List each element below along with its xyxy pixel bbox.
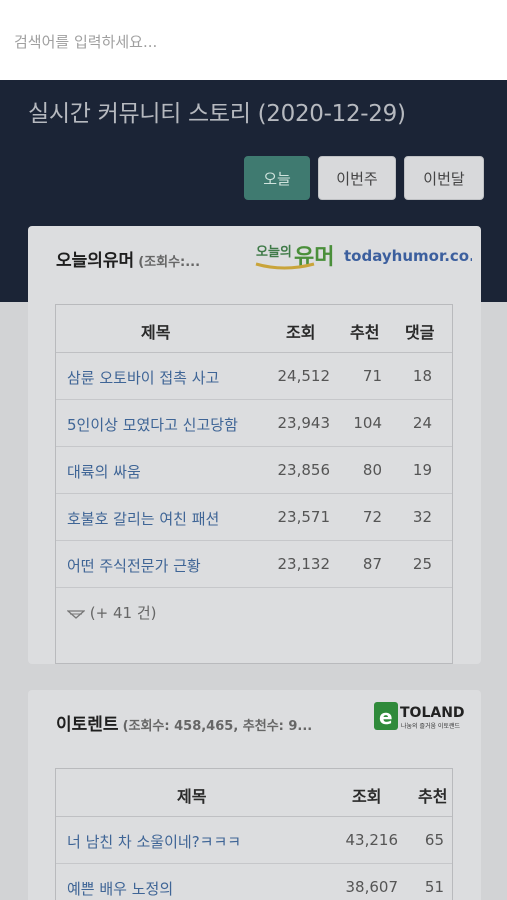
todayhumor-logo[interactable]: 오늘의 유머 todayhumor.co.kr — [254, 234, 472, 270]
post-title-link[interactable]: 너 남친 차 소울이네?ㅋㅋㅋ — [67, 831, 241, 852]
col-comments: 댓글 — [405, 323, 435, 342]
card-title[interactable]: 오늘의유머 (조회수:... — [56, 246, 200, 271]
col-recommend: 추천 — [350, 323, 380, 342]
more-count: (+ 41 건) — [89, 604, 157, 622]
post-views: 23,571 — [277, 508, 331, 526]
story-table: 제목 조회 추천 너 남친 차 소울이네?ㅋㅋㅋ 43,216 65 예쁜 배우… — [55, 768, 453, 900]
post-recommends: 104 — [353, 414, 382, 432]
post-recommends: 72 — [362, 508, 382, 526]
post-recommends: 51 — [424, 878, 444, 896]
post-views: 23,856 — [277, 461, 331, 479]
post-title-link[interactable]: 호불호 갈리는 여친 패션 — [67, 508, 219, 529]
post-comments: 19 — [412, 461, 432, 479]
col-title: 제목 — [177, 787, 207, 806]
table-header: 제목 조회 추천 — [56, 769, 452, 817]
post-views: 38,607 — [345, 878, 399, 896]
post-title-link[interactable]: 삼륜 오토바이 접촉 사고 — [67, 367, 219, 388]
page-title: 실시간 커뮤니티 스토리 (2020-12-29) — [28, 101, 406, 127]
post-title-link[interactable]: 5인이상 모였다고 신고당함 — [67, 414, 238, 435]
tab-this-month[interactable]: 이번달 — [404, 156, 484, 200]
logo-sub: 나눔의 즐거움 이토랜드 — [401, 722, 460, 730]
tab-this-week[interactable]: 이번주 — [318, 156, 396, 200]
table-row: 5인이상 모였다고 신고당함 23,943 104 24 — [56, 400, 452, 447]
svg-text:e: e — [379, 705, 393, 729]
table-row: 호불호 갈리는 여친 패션 23,571 72 32 — [56, 494, 452, 541]
etoland-logo[interactable]: e TOLAND 나눔의 즐거움 이토랜드 — [372, 696, 476, 736]
search-input[interactable] — [14, 28, 484, 56]
card-name: 이토렌트 — [56, 715, 119, 735]
chevron-down-icon — [66, 609, 86, 619]
table-row: 대륙의 싸움 23,856 80 19 — [56, 447, 452, 494]
table-row: 예쁜 배우 노정의 38,607 51 — [56, 864, 452, 900]
logo-text-oneului: 오늘의 — [256, 244, 292, 260]
post-recommends: 65 — [424, 831, 444, 849]
logo-name: TOLAND — [400, 705, 465, 721]
post-comments: 24 — [412, 414, 432, 432]
table-row: 삼륜 오토바이 접촉 사고 24,512 71 18 — [56, 353, 452, 400]
logo-domain: todayhumor.co.kr — [344, 247, 472, 265]
table-header: 제목 조회 추천 댓글 — [56, 305, 452, 353]
post-recommends: 87 — [362, 555, 382, 573]
card-title[interactable]: 이토렌트 (조회수: 458,465, 추천수: 9... — [56, 710, 312, 735]
post-title-link[interactable]: 예쁜 배우 노정의 — [67, 878, 173, 899]
post-title-link[interactable]: 대륙의 싸움 — [67, 461, 141, 482]
search-bar — [0, 0, 507, 80]
story-table: 제목 조회 추천 댓글 삼륜 오토바이 접촉 사고 24,512 71 18 5… — [55, 304, 453, 664]
col-views: 조회 — [352, 787, 382, 806]
post-views: 43,216 — [345, 831, 399, 849]
card-name: 오늘의유머 — [56, 251, 135, 271]
post-views: 23,943 — [277, 414, 331, 432]
col-recommend: 추천 — [418, 787, 448, 806]
post-recommends: 80 — [362, 461, 382, 479]
col-views: 조회 — [286, 323, 316, 342]
logo-swoosh — [255, 262, 315, 270]
period-tabs: 오늘 이번주 이번달 — [244, 156, 484, 200]
show-more-row[interactable]: (+ 41 건) — [56, 588, 452, 634]
tab-today[interactable]: 오늘 — [244, 156, 310, 200]
post-title-link[interactable]: 어떤 주식전문가 근황 — [67, 555, 201, 576]
post-comments: 25 — [412, 555, 432, 573]
table-row: 너 남친 차 소울이네?ㅋㅋㅋ 43,216 65 — [56, 817, 452, 864]
community-card-etoland: 이토렌트 (조회수: 458,465, 추천수: 9... e TOLAND 나눔… — [28, 690, 481, 900]
post-views: 23,132 — [277, 555, 331, 573]
post-views: 24,512 — [277, 367, 331, 385]
post-comments: 32 — [412, 508, 432, 526]
col-title: 제목 — [141, 323, 171, 342]
show-more[interactable]: (+ 41 건) — [66, 602, 157, 623]
card-stats: (조회수:... — [138, 255, 201, 270]
table-row: 어떤 주식전문가 근황 23,132 87 25 — [56, 541, 452, 588]
post-comments: 18 — [412, 367, 432, 385]
community-card-todayhumor: 오늘의유머(조회수:... 오늘의 유머 todayhumor.co.kr 제목… — [28, 226, 481, 664]
post-recommends: 71 — [362, 367, 382, 385]
card-stats: (조회수: 458,465, 추천수: 9... — [122, 719, 313, 734]
